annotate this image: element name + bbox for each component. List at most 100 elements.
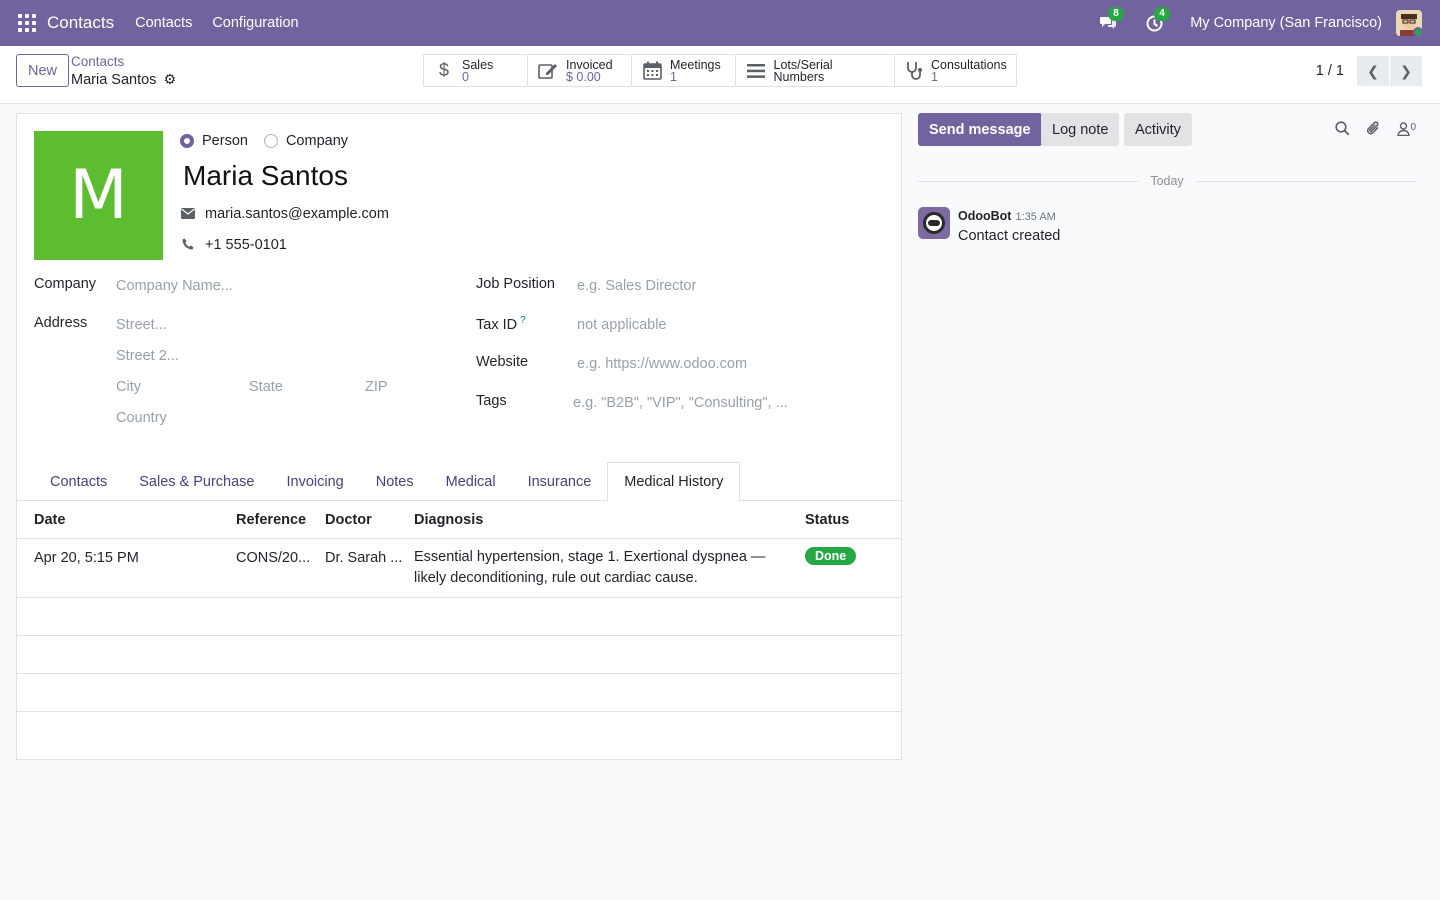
empty-row: [17, 674, 901, 712]
record-title: Maria Santos ⚙: [71, 71, 176, 88]
app-brand[interactable]: Contacts: [47, 13, 114, 33]
tab-notes[interactable]: Notes: [360, 462, 430, 501]
radio-person[interactable]: [180, 134, 194, 148]
breadcrumb[interactable]: Contacts: [71, 54, 124, 69]
menu-configuration[interactable]: Configuration: [212, 15, 298, 31]
message-author[interactable]: OdooBot: [958, 209, 1011, 223]
pager-previous-button[interactable]: ❮: [1357, 56, 1389, 86]
messages-button[interactable]: 8: [1098, 7, 1124, 33]
chatter-tools: 0: [1335, 120, 1416, 141]
job-position-label: Job Position: [476, 276, 555, 292]
company-label: Company: [34, 276, 97, 292]
company-type-radio: Person Company: [180, 133, 364, 149]
phone-icon: [181, 238, 195, 253]
user-avatar[interactable]: [1396, 10, 1422, 36]
smart-button-label: Sales: [462, 57, 494, 72]
app-menu-icon[interactable]: [18, 14, 36, 32]
cell-doctor: Dr. Sarah ...: [325, 550, 403, 566]
tab-sales-purchase[interactable]: Sales & Purchase: [123, 462, 270, 501]
envelope-icon: [181, 207, 195, 222]
sales-smart-button[interactable]: $ Sales 0: [424, 55, 528, 86]
column-header-date[interactable]: Date: [34, 512, 65, 528]
activities-button[interactable]: 4: [1144, 7, 1170, 33]
cell-date: Apr 20, 5:15 PM: [34, 550, 139, 566]
pager: 1 / 1 ❮ ❯: [1316, 56, 1422, 86]
contact-avatar[interactable]: M: [34, 131, 163, 260]
tax-id-input[interactable]: not applicable: [577, 317, 667, 333]
tab-insurance[interactable]: Insurance: [512, 462, 608, 501]
state-input[interactable]: State: [249, 379, 283, 395]
tab-medical[interactable]: Medical: [430, 462, 512, 501]
notebook-tabs: Contacts Sales & Purchase Invoicing Note…: [17, 462, 901, 502]
job-position-input[interactable]: e.g. Sales Director: [577, 278, 696, 294]
zip-input[interactable]: ZIP: [365, 379, 388, 395]
followers-button[interactable]: 0: [1397, 122, 1416, 140]
message-time: 1:35 AM: [1015, 211, 1056, 223]
phone-field[interactable]: +1 555-0101: [181, 237, 287, 253]
pager-next-button[interactable]: ❯: [1390, 56, 1422, 86]
website-input[interactable]: e.g. https://www.odoo.com: [577, 356, 747, 372]
tags-label: Tags: [476, 393, 507, 409]
invoiced-smart-button[interactable]: Invoiced $ 0.00: [528, 55, 632, 86]
paperclip-icon[interactable]: [1366, 120, 1381, 141]
cell-diagnosis: Essential hypertension, stage 1. Exertio…: [414, 549, 766, 586]
top-navbar: Contacts Contacts Configuration 8 4 My C…: [0, 0, 1440, 46]
table-row[interactable]: Apr 20, 5:15 PM CONS/20... Dr. Sarah ...…: [17, 539, 901, 598]
log-note-button[interactable]: Log note: [1041, 113, 1120, 146]
date-separator-label: Today: [1150, 174, 1184, 188]
gear-icon[interactable]: ⚙: [163, 71, 176, 88]
pager-value[interactable]: 1 / 1: [1316, 63, 1344, 79]
phone-value: +1 555-0101: [205, 237, 287, 253]
smart-button-value: 1: [670, 69, 677, 84]
tab-invoicing[interactable]: Invoicing: [271, 462, 360, 501]
column-header-status[interactable]: Status: [805, 512, 849, 528]
odoobot-avatar[interactable]: [918, 207, 950, 239]
followers-count: 0: [1410, 121, 1416, 133]
website-label: Website: [476, 354, 529, 370]
smart-button-label: Consultations: [931, 57, 1007, 72]
tax-id-label-text: Tax ID: [476, 316, 518, 333]
tab-contacts[interactable]: Contacts: [34, 462, 123, 501]
street-input[interactable]: Street...: [116, 317, 167, 333]
radio-company[interactable]: [263, 134, 278, 148]
help-tooltip-icon[interactable]: ?: [520, 315, 526, 326]
smart-button-value: 1: [931, 69, 938, 84]
chevron-right-icon: ❯: [1400, 62, 1412, 79]
message-body: Contact created: [958, 228, 1061, 244]
radio-company-label[interactable]: Company: [286, 133, 348, 149]
tab-medical-history[interactable]: Medical History: [607, 462, 741, 502]
lots-serial-smart-button[interactable]: Lots/Serial Numbers: [736, 55, 895, 86]
search-icon[interactable]: [1335, 121, 1350, 140]
street2-input[interactable]: Street 2...: [116, 348, 179, 364]
column-header-diagnosis[interactable]: Diagnosis: [414, 512, 483, 528]
menu-contacts[interactable]: Contacts: [135, 15, 192, 31]
country-input[interactable]: Country: [116, 410, 167, 426]
email-field[interactable]: maria.santos@example.com: [181, 206, 389, 222]
record-name: Maria Santos: [71, 71, 157, 88]
chevron-left-icon: ❮: [1367, 62, 1379, 79]
smart-button-value: 0: [462, 69, 469, 84]
radio-person-label[interactable]: Person: [202, 133, 248, 149]
activities-count-badge: 4: [1154, 7, 1170, 21]
column-header-reference[interactable]: Reference: [236, 512, 306, 528]
consultations-smart-button[interactable]: Consultations 1: [895, 55, 1016, 86]
tags-input[interactable]: e.g. "B2B", "VIP", "Consulting", ...: [573, 395, 788, 411]
meetings-smart-button[interactable]: Meetings 1: [632, 55, 736, 86]
send-message-button[interactable]: Send message: [918, 113, 1042, 146]
column-header-doctor[interactable]: Doctor: [325, 512, 372, 528]
form-sheet: M Person Company Maria Santos maria.sant…: [16, 113, 902, 760]
activity-button[interactable]: Activity: [1124, 113, 1192, 146]
medical-history-table: Date Reference Doctor Diagnosis Status A…: [17, 501, 901, 712]
smart-button-label: Meetings: [670, 57, 721, 72]
empty-row: [17, 598, 901, 636]
smart-button-value: $ 0.00: [566, 69, 601, 84]
company-input[interactable]: Company Name...: [116, 278, 233, 294]
cell-reference: CONS/20...: [236, 550, 311, 566]
online-status-dot: [1413, 27, 1422, 36]
calendar-icon: [642, 61, 662, 81]
new-button[interactable]: New: [16, 54, 70, 87]
contact-name-input[interactable]: Maria Santos: [183, 160, 348, 192]
company-switcher[interactable]: My Company (San Francisco): [1190, 15, 1382, 31]
city-input[interactable]: City: [116, 379, 141, 395]
status-badge: Done: [805, 547, 857, 565]
